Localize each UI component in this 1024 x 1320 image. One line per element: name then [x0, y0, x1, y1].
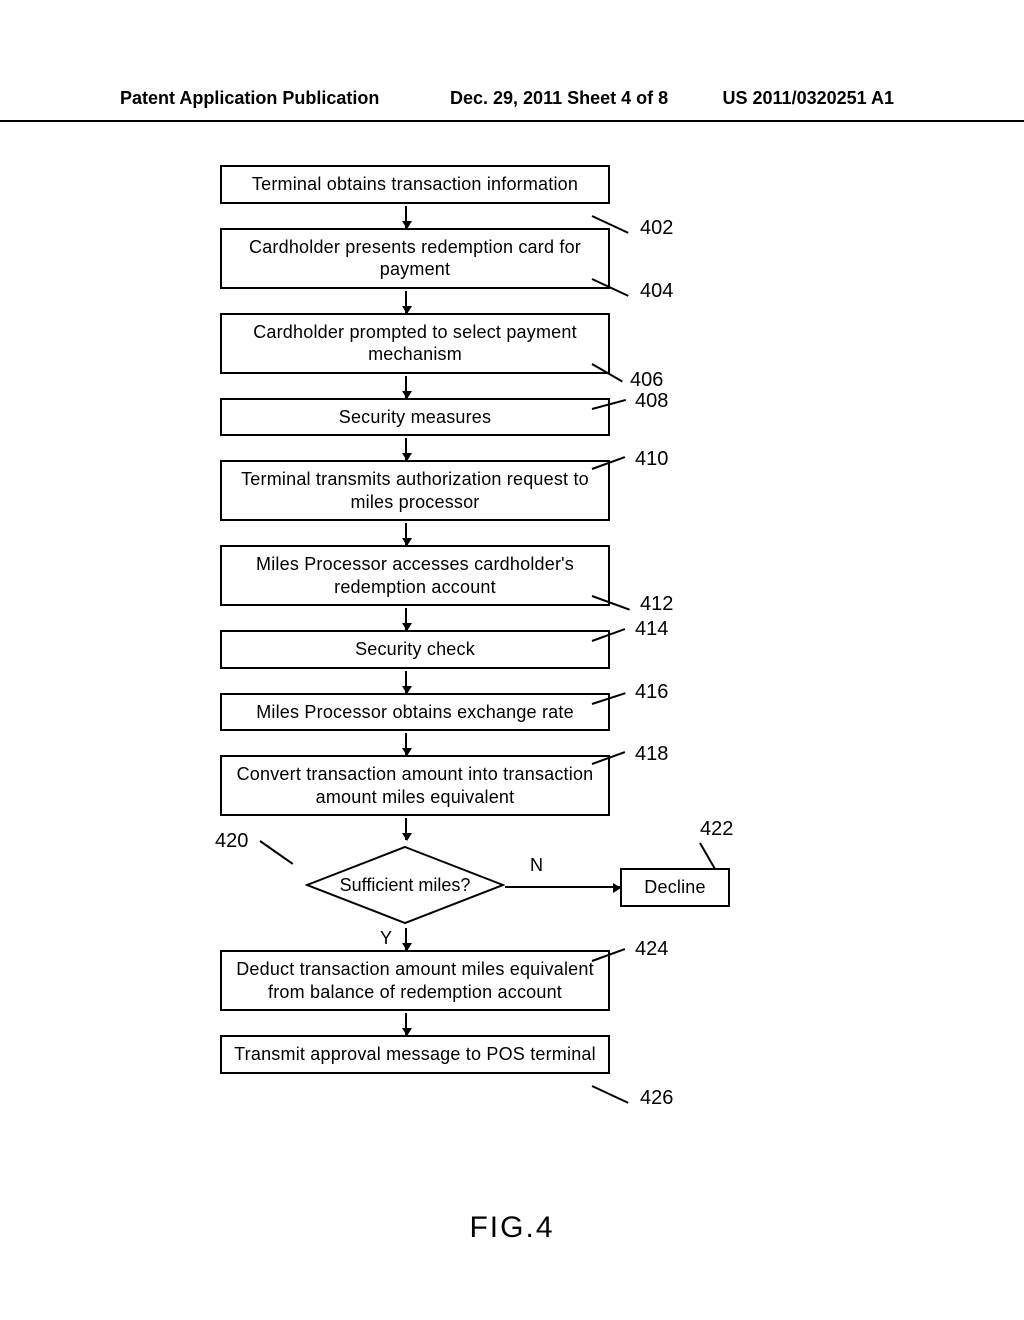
arrow-down-icon [220, 610, 590, 630]
step-422: Decline [620, 868, 730, 907]
branch-no-label: N [530, 855, 543, 876]
step-box: Terminal transmits authorization request… [220, 460, 610, 521]
arrow-down-icon [220, 293, 590, 313]
arrow-down-icon [220, 673, 590, 693]
step-418: Convert transaction amount into transact… [220, 755, 820, 816]
header-right: US 2011/0320251 A1 [723, 88, 894, 109]
step-number: 426 [640, 1087, 673, 1110]
step-number: 418 [635, 743, 668, 766]
step-box: Cardholder presents redemption card for … [220, 228, 610, 289]
arrow-down-icon [220, 525, 590, 545]
step-number: 406 [630, 369, 663, 392]
step-424: Deduct transaction amount miles equivale… [220, 950, 820, 1011]
step-number: 422 [700, 818, 733, 841]
step-box: Security check [220, 630, 610, 669]
step-number: 412 [640, 593, 673, 616]
arrow-down-icon: Y [220, 930, 590, 950]
decision-text: Sufficient miles? [305, 845, 505, 925]
leader-line [699, 843, 716, 870]
header-left: Patent Application Publication [120, 88, 379, 109]
figure-caption: FIG.4 [0, 1211, 1024, 1245]
step-box: Decline [620, 868, 730, 907]
arrow-down-icon [220, 378, 590, 398]
step-number: 424 [635, 938, 668, 961]
step-number: 416 [635, 681, 668, 704]
arrow-down-icon [220, 1015, 590, 1035]
decision-420: 420 Sufficient miles? N Decline 422 [220, 840, 590, 930]
step-number: 414 [635, 618, 668, 641]
header-mid: Dec. 29, 2011 Sheet 4 of 8 [450, 88, 668, 109]
page: Patent Application Publication Dec. 29, … [0, 0, 1024, 1320]
arrow-down-icon [220, 735, 590, 755]
step-number: 408 [635, 390, 668, 413]
step-box: Convert transaction amount into transact… [220, 755, 610, 816]
step-404: Cardholder presents redemption card for … [220, 228, 820, 289]
step-402: Terminal obtains transaction information… [220, 165, 820, 204]
step-416: Miles Processor obtains exchange rate 41… [220, 693, 820, 732]
arrow-down-icon [220, 440, 590, 460]
step-414: Security check 414 [220, 630, 820, 669]
step-box: Miles Processor obtains exchange rate [220, 693, 610, 732]
step-box: Cardholder prompted to select payment me… [220, 313, 610, 374]
leader-line [592, 1085, 629, 1104]
step-number: 410 [635, 448, 668, 471]
step-box: Deduct transaction amount miles equivale… [220, 950, 610, 1011]
step-410: Terminal transmits authorization request… [220, 460, 820, 521]
arrow-down-icon [220, 820, 590, 840]
step-box: Terminal obtains transaction information [220, 165, 610, 204]
step-408: Security measures 408 [220, 398, 820, 437]
flowchart: Terminal obtains transaction information… [220, 165, 820, 1078]
decision-diamond: Sufficient miles? [305, 845, 505, 925]
step-box: Miles Processor accesses cardholder's re… [220, 545, 610, 606]
step-box: Transmit approval message to POS termina… [220, 1035, 610, 1074]
step-426: Transmit approval message to POS termina… [220, 1035, 820, 1074]
leader-line [259, 840, 293, 865]
page-header: Patent Application Publication Dec. 29, … [0, 80, 1024, 122]
step-406: Cardholder prompted to select payment me… [220, 313, 820, 374]
step-box: Security measures [220, 398, 610, 437]
step-number: 404 [640, 280, 673, 303]
branch-yes-label: Y [380, 928, 392, 949]
step-number: 420 [215, 830, 248, 853]
arrow-down-icon [220, 208, 590, 228]
arrow-right-icon [505, 886, 620, 888]
step-412: Miles Processor accesses cardholder's re… [220, 545, 820, 606]
